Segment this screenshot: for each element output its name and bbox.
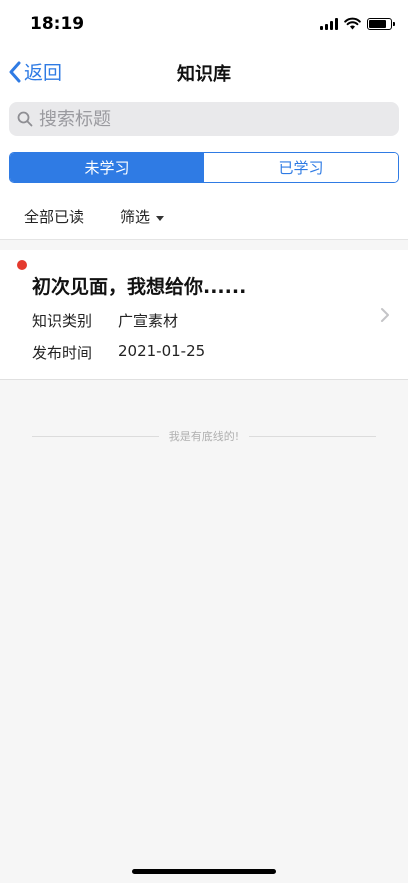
search-input[interactable] — [39, 108, 379, 130]
item-title: 初次见面，我想给你...... — [32, 276, 247, 298]
wifi-icon — [344, 17, 361, 30]
segmented-control: 未学习 已学习 — [9, 152, 399, 183]
battery-icon — [367, 17, 395, 30]
cellular-signal-icon — [320, 17, 338, 30]
home-indicator — [132, 869, 276, 874]
search-icon — [17, 111, 33, 127]
status-icons — [320, 17, 395, 30]
tab-learned[interactable]: 已学习 — [204, 153, 398, 182]
filter-bar: 全部已读 筛选 — [0, 192, 408, 240]
end-of-list-text: 我是有底线的! — [168, 430, 240, 443]
chevron-right-icon — [381, 308, 389, 322]
date-row: 发布时间 2021-01-25 — [32, 342, 205, 363]
category-row: 知识类别 广宣素材 — [32, 310, 178, 331]
mark-all-read-button[interactable]: 全部已读 — [24, 206, 84, 227]
search-container — [0, 94, 408, 144]
category-key: 知识类别 — [32, 312, 93, 330]
date-key: 发布时间 — [32, 344, 93, 362]
divider-right — [249, 435, 377, 437]
end-of-list-hint: 我是有底线的! — [32, 428, 377, 444]
date-value: 2021-01-25 — [118, 342, 206, 360]
search-box[interactable] — [9, 102, 399, 136]
page-title: 知识库 — [177, 64, 231, 85]
divider-left — [32, 435, 159, 437]
unread-dot — [17, 260, 27, 270]
list-item[interactable]: 初次见面，我想给你...... 知识类别 广宣素材 发布时间 2021-01-2… — [0, 250, 408, 380]
filter-dropdown[interactable]: 筛选 — [120, 206, 165, 227]
segment-container: 未学习 已学习 — [0, 144, 408, 192]
caret-down-icon — [156, 215, 165, 221]
tab-unlearned[interactable]: 未学习 — [10, 153, 204, 182]
nav-bar: 返回 知识库 — [0, 50, 408, 94]
category-value: 广宣素材 — [118, 312, 179, 330]
filter-label: 筛选 — [120, 208, 151, 226]
status-time: 18:19 — [30, 14, 85, 34]
status-bar: 18:19 — [0, 0, 408, 50]
